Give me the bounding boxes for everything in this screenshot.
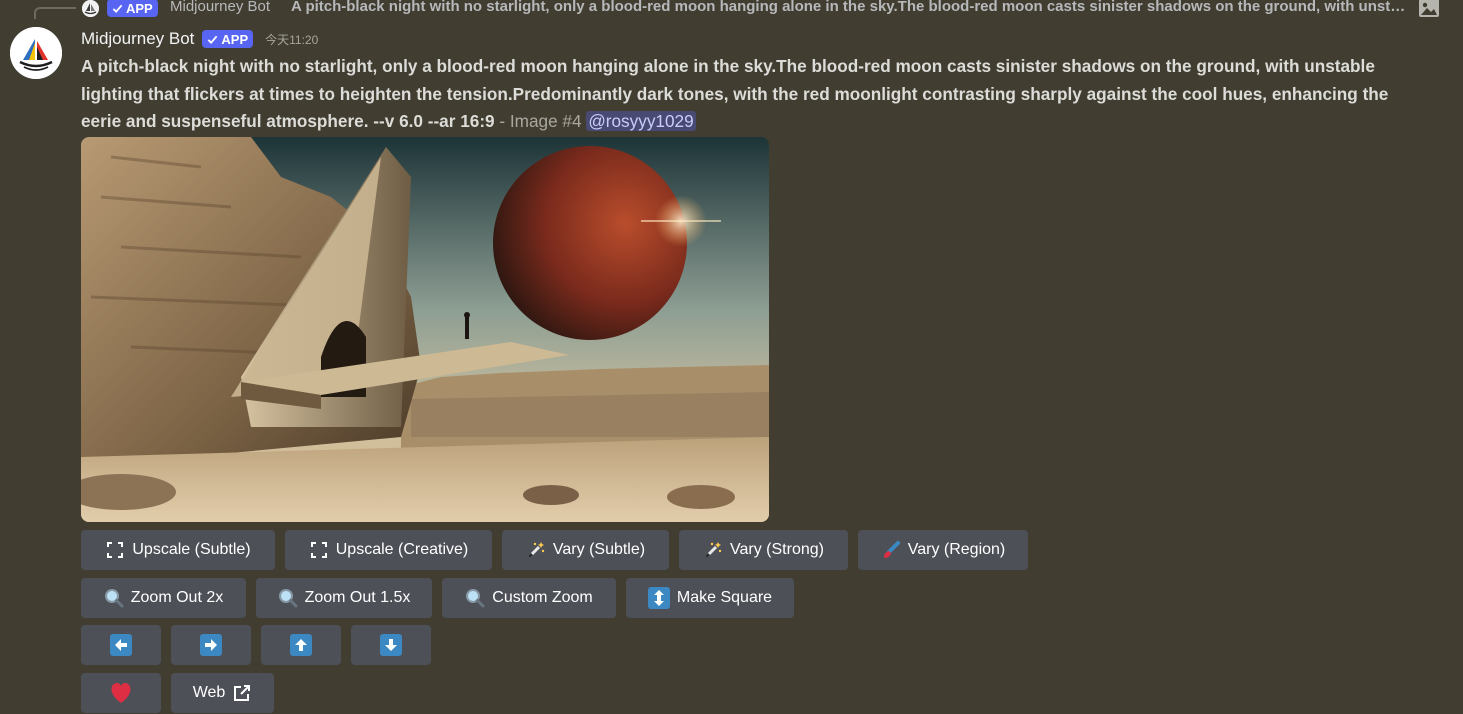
vary-subtle-button[interactable]: Vary (Subtle) xyxy=(502,530,669,570)
zoom-out-1-5x-button[interactable]: Zoom Out 1.5x xyxy=(256,578,432,618)
reply-badge-label: APP xyxy=(126,0,153,16)
discord-message-view: APP Midjourney Bot A pitch-black night w… xyxy=(0,0,1463,714)
pan-left-button[interactable] xyxy=(81,625,161,665)
arrow-right-icon xyxy=(200,634,222,656)
zoom-out-1-5x-label: Zoom Out 1.5x xyxy=(304,589,411,606)
timestamp[interactable]: 今天11:20 xyxy=(265,31,318,48)
custom-zoom-label: Custom Zoom xyxy=(492,589,593,606)
vary-region-label: Vary (Region) xyxy=(907,541,1006,558)
custom-zoom-button[interactable]: Custom Zoom xyxy=(442,578,616,618)
verified-check-icon xyxy=(208,35,218,44)
reply-text[interactable]: A pitch-black night with no starlight, o… xyxy=(291,0,1411,15)
badge-label: APP xyxy=(221,31,249,47)
arrow-down-icon xyxy=(380,634,402,656)
pan-right-button[interactable] xyxy=(171,625,251,665)
web-label: Web xyxy=(192,684,226,701)
paintbrush-icon xyxy=(881,540,901,560)
make-square-label: Make Square xyxy=(676,589,773,606)
expand-icon xyxy=(105,540,125,560)
arrow-left-icon xyxy=(110,634,132,656)
message-header: Midjourney Bot APP 今天11:20 xyxy=(81,28,318,50)
external-link-icon xyxy=(232,683,252,703)
generated-image[interactable] xyxy=(81,137,769,522)
reply-author[interactable]: Midjourney Bot xyxy=(170,0,270,15)
app-badge: APP xyxy=(202,30,254,48)
user-mention[interactable]: @rosyyy1029 xyxy=(586,111,696,131)
vary-subtle-label: Vary (Subtle) xyxy=(552,541,646,558)
upscale-creative-label: Upscale (Creative) xyxy=(335,541,469,558)
upscale-subtle-label: Upscale (Subtle) xyxy=(132,541,251,558)
upscale-creative-button[interactable]: Upscale (Creative) xyxy=(285,530,492,570)
pan-up-button[interactable] xyxy=(261,625,341,665)
vary-strong-button[interactable]: Vary (Strong) xyxy=(679,530,848,570)
magic-wand-icon xyxy=(526,540,546,560)
pan-down-button[interactable] xyxy=(351,625,431,665)
upscale-subtle-button[interactable]: Upscale (Subtle) xyxy=(81,530,275,570)
vary-region-button[interactable]: Vary (Region) xyxy=(858,530,1028,570)
prompt-text: A pitch-black night with no starlight, o… xyxy=(81,56,1389,131)
expand-icon xyxy=(309,540,329,560)
magnifier-icon xyxy=(465,588,485,608)
reply-avatar xyxy=(82,0,99,17)
vary-strong-label: Vary (Strong) xyxy=(730,541,824,558)
verified-check-icon xyxy=(112,4,123,13)
make-square-button[interactable]: Make Square xyxy=(626,578,794,618)
message-content: A pitch-black night with no starlight, o… xyxy=(81,53,1411,136)
zoom-out-2x-label: Zoom Out 2x xyxy=(130,589,224,606)
author-avatar[interactable] xyxy=(10,27,62,79)
image-number-label: - Image #4 xyxy=(494,111,587,131)
reply-app-badge: APP xyxy=(107,0,158,17)
favorite-button[interactable] xyxy=(81,673,161,713)
arrow-up-icon xyxy=(290,634,312,656)
reply-preview[interactable]: APP Midjourney Bot A pitch-black night w… xyxy=(0,0,1463,20)
web-link-button[interactable]: Web xyxy=(171,673,274,713)
zoom-out-2x-button[interactable]: Zoom Out 2x xyxy=(81,578,246,618)
magnifier-icon xyxy=(104,588,124,608)
reply-connector xyxy=(34,7,76,19)
image-icon xyxy=(1418,0,1440,18)
author-name[interactable]: Midjourney Bot xyxy=(81,29,194,49)
up-down-arrow-icon xyxy=(647,587,670,609)
magic-wand-icon xyxy=(703,540,723,560)
heart-icon xyxy=(109,682,133,704)
magnifier-icon xyxy=(278,588,298,608)
